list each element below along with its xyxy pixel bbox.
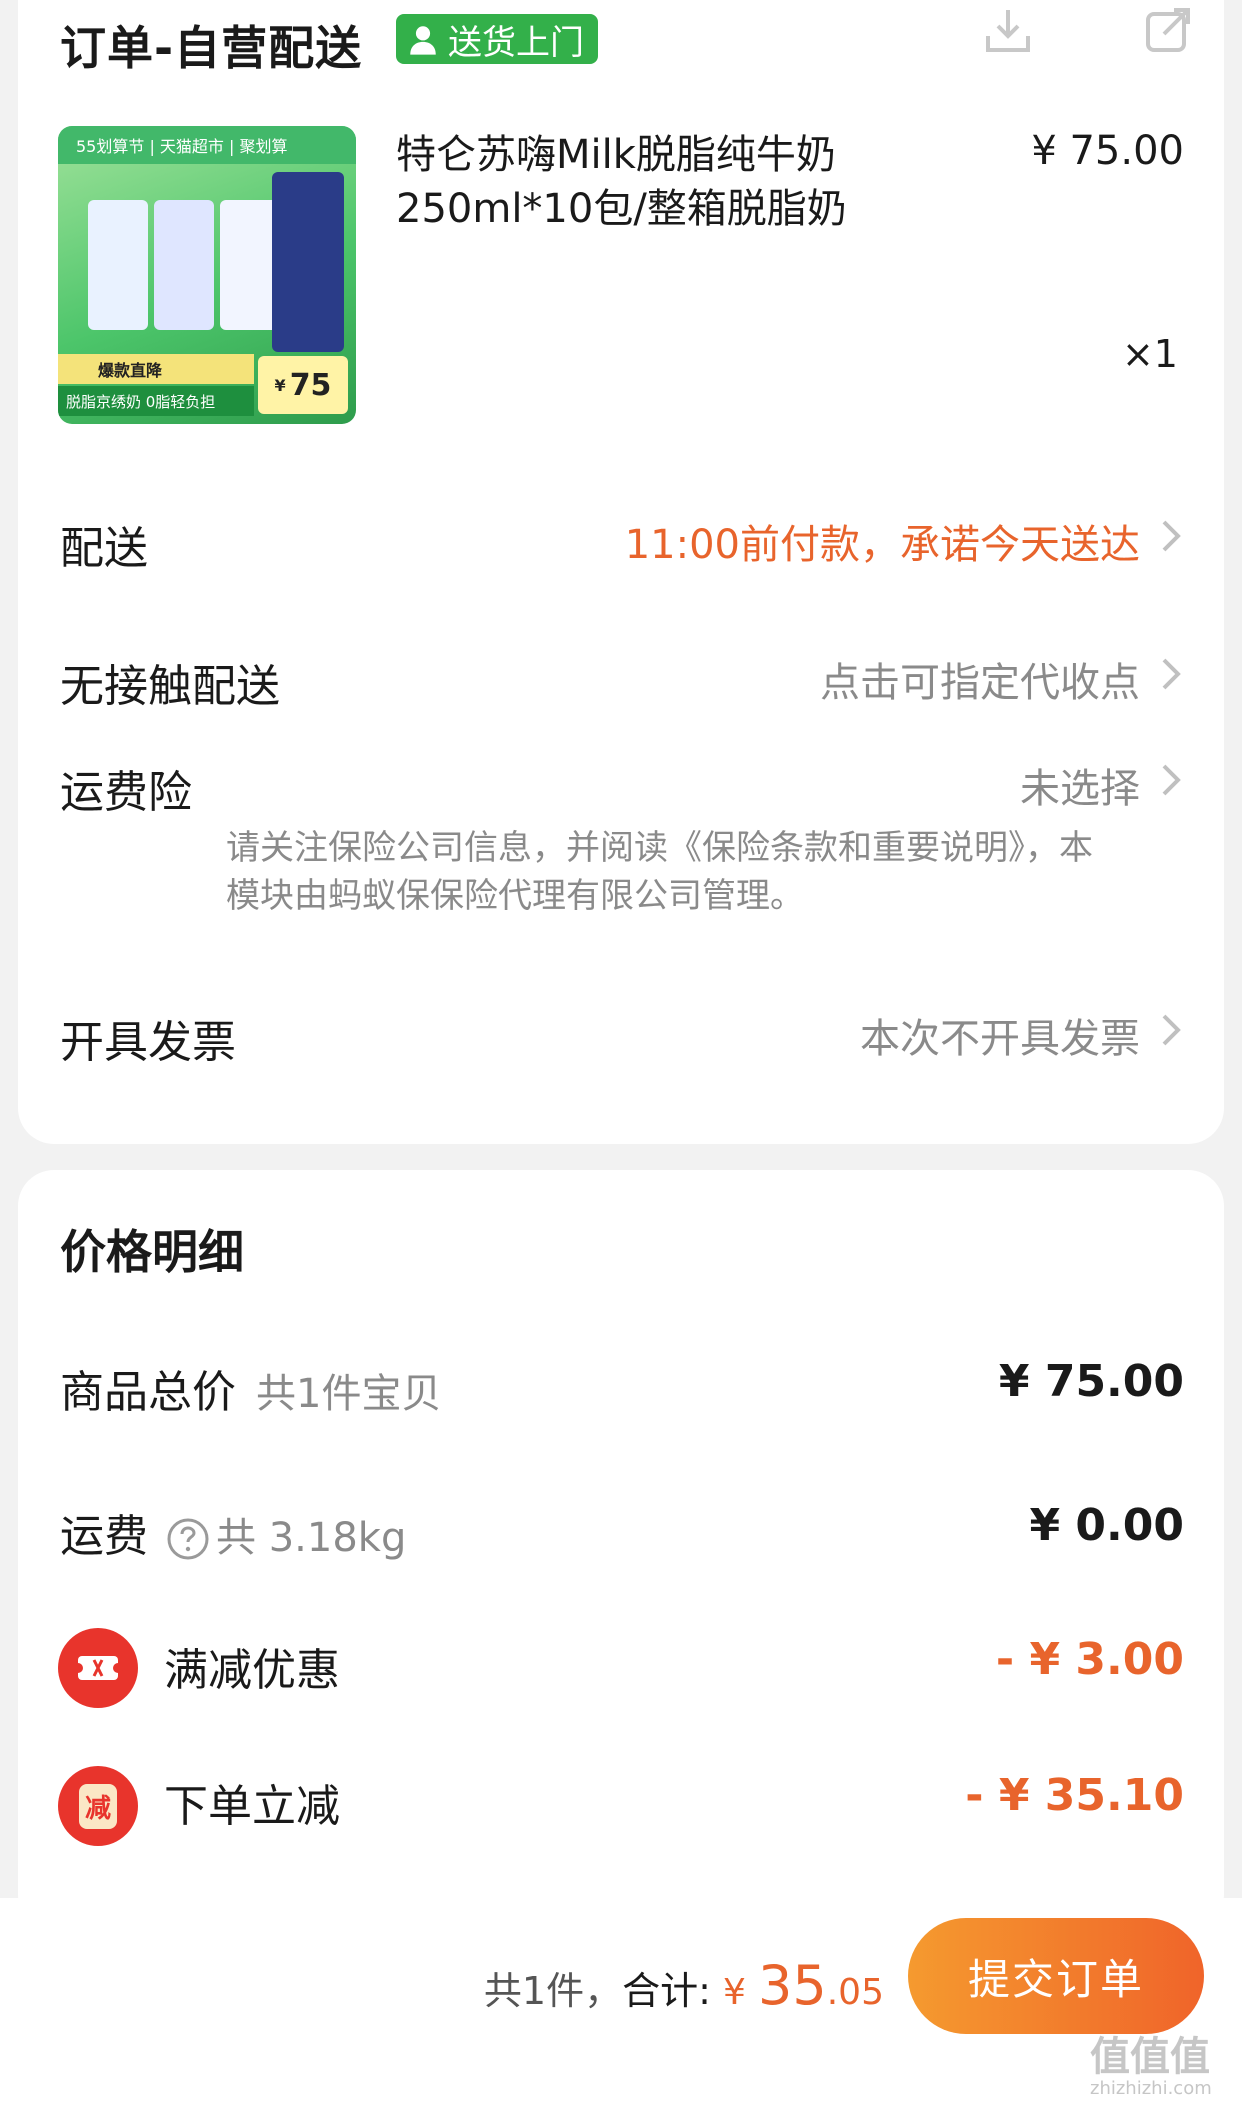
instant-discount-icon: 减	[58, 1766, 138, 1846]
thumb-price: ¥ 75	[258, 356, 348, 414]
thumb-package	[272, 172, 344, 352]
full-discount-label: 满减优惠	[164, 1645, 340, 1696]
badge-label: 送货上门	[448, 22, 584, 63]
thumb-milk-box	[220, 200, 280, 330]
delivery-badge: 送货上门	[396, 14, 598, 64]
bottom-bar: 共1件，合计: ¥ 35.05 提交订单	[0, 1898, 1242, 2111]
ticket-icon	[58, 1628, 138, 1708]
invoice-value[interactable]: 本次不开具发票	[860, 1006, 1140, 1064]
shipping-weight: 共 3.18kg	[216, 1515, 407, 1561]
thumb-milk-box	[154, 200, 214, 330]
thumb-promo: 爆款直降	[58, 354, 254, 384]
goods-count: 共1件宝贝	[256, 1371, 442, 1417]
delivery-label: 配送	[60, 523, 148, 574]
chevron-right-icon[interactable]	[1158, 516, 1184, 556]
product-price: ¥ 75.00	[1031, 128, 1184, 174]
product-thumbnail[interactable]: 55划算节 | 天猫超市 | 聚划算 爆款直降 脱脂京绣奶 0脂轻负担 ¥ 75	[58, 126, 356, 424]
insurance-note: 请关注保险公司信息，并阅读《保险条款和重要说明》，本模块由蚂蚁保保险代理有限公司…	[226, 828, 1093, 916]
contactless-value[interactable]: 点击可指定代收点	[820, 650, 1140, 708]
instant-discount-label: 下单立减	[164, 1781, 340, 1832]
instant-discount-value: - ¥ 35.10	[965, 1770, 1184, 1821]
contactless-label: 无接触配送	[60, 661, 280, 712]
thumb-milk-box	[88, 200, 148, 330]
delivery-value[interactable]: 11:00前付款，承诺今天送达	[625, 512, 1140, 570]
thumb-strip: 脱脂京绣奶 0脂轻负担	[58, 386, 254, 416]
goods-total-label: 商品总价 共1件宝贝	[60, 1367, 442, 1418]
order-title: 订单-自营配送	[60, 21, 363, 75]
shipping-value: ¥ 0.00	[1029, 1500, 1185, 1551]
full-discount-value: - ¥ 3.00	[995, 1634, 1184, 1685]
product-name[interactable]: 特仑苏嗨Milk脱脂纯牛奶250ml*10包/整箱脱脂奶	[396, 128, 956, 236]
insurance-label: 运费险	[60, 767, 192, 818]
goods-total-value: ¥ 75.00	[998, 1356, 1184, 1407]
price-detail-title: 价格明细	[60, 1225, 244, 1279]
order-summary: 共1件，合计: ¥ 35.05	[484, 1954, 884, 2017]
submit-order-button[interactable]: 提交订单	[908, 1918, 1204, 2034]
shipping-label: 运费共 3.18kg	[60, 1511, 407, 1562]
price-detail-card: 价格明细 商品总价 共1件宝贝 ¥ 75.00 运费共 3.18kg ¥ 0.00…	[18, 1170, 1224, 1930]
help-icon[interactable]	[166, 1517, 210, 1561]
watermark-url: zhizhizhi.com	[1090, 2078, 1212, 2099]
download-icon[interactable]	[982, 4, 1034, 56]
product-quantity: ×1	[1121, 332, 1178, 376]
chevron-right-icon[interactable]	[1158, 654, 1184, 694]
person-icon	[410, 26, 436, 55]
chevron-right-icon[interactable]	[1158, 1010, 1184, 1050]
total-amount: ¥ 35.05	[723, 1954, 884, 2017]
total-label: 合计:	[622, 1969, 711, 2013]
item-count: 共1件，	[483, 1969, 623, 2013]
watermark-logo: 值值值	[1090, 2034, 1210, 2080]
thumb-banner: 55划算节 | 天猫超市 | 聚划算	[58, 126, 356, 164]
insurance-value[interactable]: 未选择	[1020, 756, 1140, 814]
order-card: 订单-自营配送 送货上门 55划算节 | 天猫超市 | 聚划算 爆款直降 脱脂京…	[18, 0, 1224, 1144]
share-icon[interactable]	[1142, 4, 1194, 56]
invoice-label: 开具发票	[60, 1017, 236, 1068]
chevron-right-icon[interactable]	[1158, 760, 1184, 800]
